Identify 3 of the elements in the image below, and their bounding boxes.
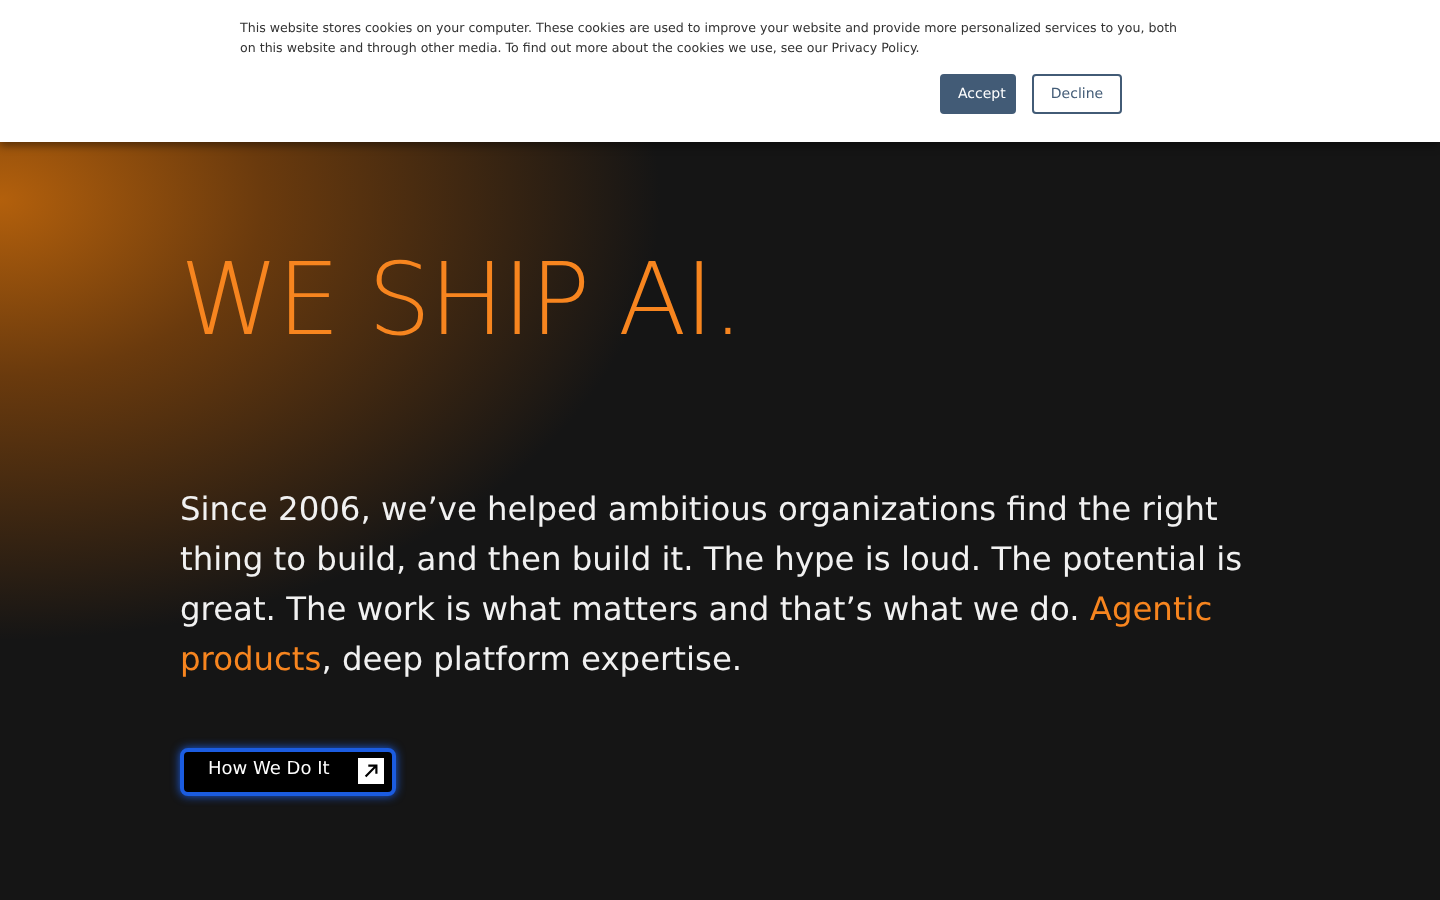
hero-title: WE SHIP AI. [180, 240, 744, 360]
hero-intro: Since 2006, we’ve helped ambitious organizations find the right thing to build, and then build it. The hype is loud. The potential is great. The work is what matters and that’s what we do. Agentic products, deep platform expertise. [180, 488, 1245, 682]
how-we-do-it-button[interactable]: How We Do It [180, 748, 396, 795]
